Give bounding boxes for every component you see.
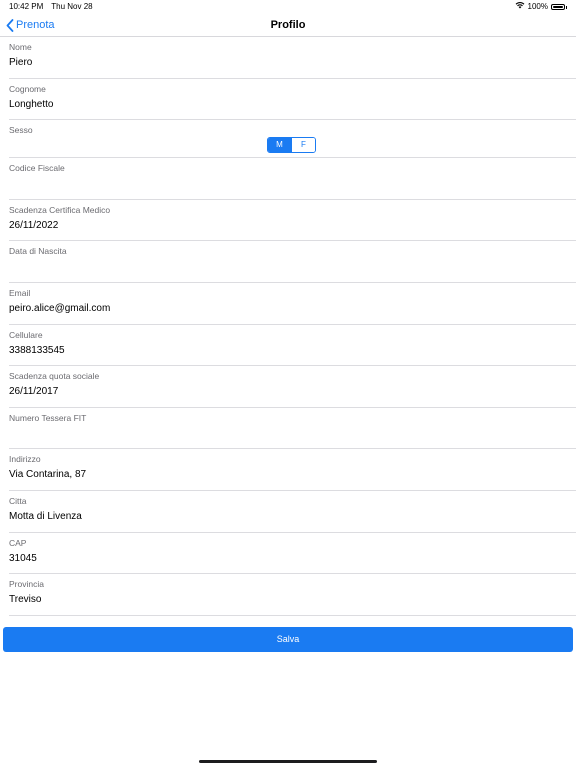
scadenza-quota-field[interactable]: Scadenza quota sociale 26/11/2017 — [9, 366, 576, 408]
sesso-field: Sesso M F — [9, 120, 576, 159]
citta-label: Citta — [9, 495, 27, 506]
provincia-field[interactable]: Provincia Treviso — [9, 574, 576, 616]
cellulare-label: Cellulare — [9, 329, 43, 340]
sesso-segmented-control[interactable]: M F — [267, 137, 316, 154]
cellulare-value[interactable]: 3388133545 — [9, 345, 65, 356]
email-field[interactable]: Email peiro.alice@gmail.com — [9, 283, 576, 325]
status-date: Thu Nov 28 — [51, 2, 93, 11]
scadenza-certifica-value[interactable]: 26/11/2022 — [9, 220, 58, 231]
scadenza-certifica-label: Scadenza Certifica Medico — [9, 204, 111, 215]
indirizzo-label: Indirizzo — [9, 454, 41, 465]
status-time: 10:42 PM — [9, 2, 44, 11]
sesso-option-f[interactable]: F — [291, 138, 315, 153]
provincia-label: Provincia — [9, 579, 44, 590]
cognome-label: Cognome — [9, 83, 46, 94]
sesso-option-m[interactable]: M — [268, 138, 291, 153]
numero-tessera-field[interactable]: Numero Tessera FIT — [9, 408, 576, 450]
profile-form: Nome Piero Cognome Longhetto Sesso M F C… — [0, 37, 576, 616]
data-nascita-label: Data di Nascita — [9, 246, 67, 257]
email-value[interactable]: peiro.alice@gmail.com — [9, 303, 110, 314]
indirizzo-field[interactable]: Indirizzo Via Contarina, 87 — [9, 449, 576, 491]
cognome-value[interactable]: Longhetto — [9, 99, 54, 110]
battery-tip — [566, 5, 567, 9]
indirizzo-value[interactable]: Via Contarina, 87 — [9, 469, 86, 480]
battery-icon — [551, 4, 565, 10]
save-button[interactable]: Salva — [3, 627, 573, 652]
home-indicator[interactable] — [199, 760, 377, 763]
citta-field[interactable]: Citta Motta di Livenza — [9, 491, 576, 533]
cap-field[interactable]: CAP 31045 — [9, 533, 576, 575]
citta-value[interactable]: Motta di Livenza — [9, 511, 82, 522]
nome-value[interactable]: Piero — [9, 57, 32, 68]
cap-value[interactable]: 31045 — [9, 553, 37, 564]
page-title: Profilo — [270, 19, 306, 31]
nome-label: Nome — [9, 42, 32, 52]
provincia-value[interactable]: Treviso — [9, 594, 41, 605]
scadenza-quota-label: Scadenza quota sociale — [9, 371, 100, 382]
battery-percent: 100% — [527, 2, 548, 11]
navigation-bar: Prenota Profilo — [0, 14, 576, 37]
codice-fiscale-field[interactable]: Codice Fiscale — [9, 158, 576, 200]
data-nascita-field[interactable]: Data di Nascita — [9, 241, 576, 283]
wifi-icon — [515, 0, 525, 14]
nome-field[interactable]: Nome Piero — [9, 37, 576, 79]
scadenza-quota-value[interactable]: 26/11/2017 — [9, 386, 58, 397]
numero-tessera-label: Numero Tessera FIT — [9, 412, 87, 423]
status-left: 10:42 PM Thu Nov 28 — [9, 0, 93, 14]
cap-label: CAP — [9, 537, 27, 548]
cognome-field[interactable]: Cognome Longhetto — [9, 79, 576, 121]
status-right: 100% — [515, 0, 567, 14]
profile-screen: 10:42 PM Thu Nov 28 100% Prenota Profilo — [0, 0, 576, 768]
status-bar: 10:42 PM Thu Nov 28 100% — [0, 0, 576, 14]
codice-fiscale-label: Codice Fiscale — [9, 163, 65, 174]
email-label: Email — [9, 287, 31, 298]
sesso-label: Sesso — [9, 125, 33, 136]
scadenza-certifica-field[interactable]: Scadenza Certifica Medico 26/11/2022 — [9, 200, 576, 242]
cellulare-field[interactable]: Cellulare 3388133545 — [9, 325, 576, 367]
